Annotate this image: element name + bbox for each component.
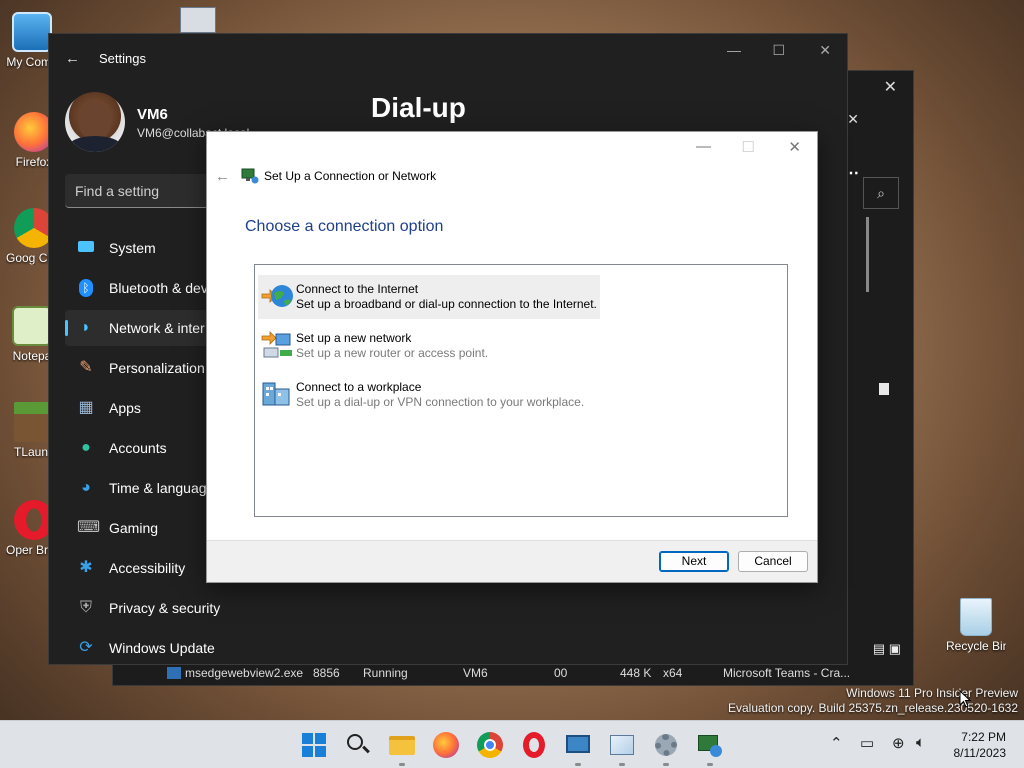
clock[interactable]: 7:22 PM 8/11/2023 <box>954 729 1007 761</box>
globe-connection-icon <box>261 285 293 307</box>
router-setup-icon <box>261 331 292 358</box>
minimize-icon[interactable]: — <box>696 138 711 155</box>
connection-wizard-dialog: — ☐ ✕ ← Set Up a Connection or Network C… <box>206 131 818 583</box>
computer-icon <box>12 12 52 52</box>
taskbar-chrome[interactable] <box>476 731 504 759</box>
scroll-thumb[interactable] <box>879 383 889 395</box>
gear-icon <box>655 734 677 756</box>
taskbar-connection-wizard[interactable] <box>696 731 724 766</box>
back-arrow-icon[interactable]: ← <box>65 50 80 67</box>
taskbar-settings[interactable] <box>652 731 680 766</box>
taskbar-firefox[interactable] <box>432 731 460 759</box>
watermark-build: Evaluation copy. Build 25375.zn_release.… <box>728 701 1018 715</box>
option-workplace[interactable]: Connect to a workplace Set up a dial-up … <box>258 373 600 417</box>
avatar-suit <box>69 136 121 152</box>
close-icon[interactable]: ✕ <box>847 111 859 128</box>
taskbar-search-button[interactable] <box>344 731 372 759</box>
sidebar-item-accessibility[interactable]: ✱ Accessibility <box>65 550 225 586</box>
globe-clock-icon: ◕ <box>81 479 91 496</box>
next-button[interactable]: Next <box>659 551 729 572</box>
back-arrow-icon[interactable]: ← <box>215 168 230 185</box>
chevron-up-icon[interactable]: ⌃ <box>830 734 843 752</box>
search-placeholder: Find a setting <box>75 183 160 199</box>
wifi-icon: ◗ <box>81 319 91 336</box>
sidebar-item-gaming[interactable]: ⌨ Gaming <box>65 510 225 546</box>
dialog-footer: Next Cancel <box>207 540 817 582</box>
dialog-title: Set Up a Connection or Network <box>264 169 437 183</box>
cancel-button[interactable]: Cancel <box>738 551 808 572</box>
close-icon[interactable]: ✕ <box>884 77 897 97</box>
search-icon[interactable]: ⌕ <box>863 177 899 209</box>
connection-option-list: Connect to the Internet Set up a broadba… <box>254 264 788 517</box>
chrome-center <box>484 739 496 751</box>
sidebar-item-network[interactable]: ◗ Network & inter <box>65 310 225 346</box>
mouse-cursor-icon <box>959 690 971 708</box>
sidebar-item-apps[interactable]: ▦ Apps <box>65 390 225 426</box>
title-bar: ← Settings — ☐ ✕ <box>49 34 847 82</box>
sidebar-item-time-language[interactable]: ◕ Time & languag <box>65 470 225 506</box>
network-app-icon <box>566 735 590 753</box>
maximize-icon[interactable]: ☐ <box>772 42 785 59</box>
scrollbar[interactable] <box>866 217 869 292</box>
sidebar-item-personalization[interactable]: ✎ Personalization <box>65 350 225 386</box>
brush-icon: ✎ <box>79 359 93 376</box>
process-icon <box>167 667 181 679</box>
sidebar-item-privacy[interactable]: ⛨ Privacy & security <box>65 590 225 626</box>
opera-icon <box>523 732 545 758</box>
clock-date: 8/11/2023 <box>953 746 1007 760</box>
close-icon[interactable]: ✕ <box>819 42 831 59</box>
avatar-face <box>79 102 111 140</box>
search-icon-handle <box>362 745 370 754</box>
user-name: VM6 <box>137 106 168 123</box>
firefox-icon <box>433 732 459 758</box>
watermark-edition: Windows 11 Pro Insider Preview <box>846 686 1018 700</box>
shield-icon: ⛨ <box>79 599 92 616</box>
sidebar-item-accounts[interactable]: ● Accounts <box>65 430 225 466</box>
volume-icon[interactable]: 🔈︎ <box>916 734 925 751</box>
globe-icon[interactable]: ⊕ <box>892 734 905 752</box>
taskbar-network-app[interactable] <box>564 731 592 766</box>
apps-icon: ▦ <box>78 399 94 416</box>
search-input[interactable]: Find a setting <box>65 174 225 208</box>
option-connect-internet[interactable]: Connect to the Internet Set up a broadba… <box>258 275 600 319</box>
task-manager-icon <box>610 735 634 755</box>
sidebar-item-windows-update[interactable]: ⟳ Windows Update <box>65 630 225 666</box>
close-icon[interactable]: ✕ <box>788 138 801 156</box>
update-icon: ⟳ <box>79 639 93 656</box>
network-setup-badge <box>710 745 722 757</box>
clock-time: 7:22 PM <box>961 730 1006 744</box>
view-toggle-icon[interactable]: ▤ ▣ <box>873 641 901 657</box>
taskbar: ⌃ ▭ ⊕ 🔈︎ 7:22 PM 8/11/2023 <box>0 720 1024 768</box>
page-title: Dial-up <box>371 92 466 123</box>
taskbar-task-manager[interactable] <box>608 731 636 766</box>
notepad-icon <box>12 306 52 346</box>
search-icon <box>347 734 363 750</box>
minimize-icon[interactable]: — <box>727 42 741 58</box>
accessibility-icon: ✱ <box>79 559 93 576</box>
maximize-icon[interactable]: ☐ <box>742 138 755 156</box>
network-setup-icon <box>241 168 259 184</box>
monitor-icon <box>77 239 95 257</box>
dialog-heading: Choose a connection option <box>245 218 444 235</box>
start-button[interactable] <box>300 731 328 759</box>
desktop-icon-recycle-bin[interactable]: Recycle Bin <box>946 598 1006 653</box>
option-new-network[interactable]: Set up a new network Set up a new router… <box>258 324 600 368</box>
windows-logo-icon <box>302 733 326 757</box>
avatar[interactable] <box>65 92 125 152</box>
taskbar-file-explorer[interactable] <box>388 731 416 766</box>
sidebar-item-bluetooth[interactable]: ᛒ Bluetooth & devi <box>65 270 225 306</box>
desktop-top-app-icon[interactable] <box>180 7 216 33</box>
bluetooth-icon: ᛒ <box>77 279 95 297</box>
recycle-bin-icon <box>960 598 992 636</box>
person-icon: ● <box>81 439 91 456</box>
gamepad-icon: ⌨ <box>77 519 101 536</box>
window-title: Settings <box>99 51 146 66</box>
taskbar-opera[interactable] <box>520 731 548 759</box>
workplace-building-icon <box>262 382 290 406</box>
sidebar-item-system[interactable]: System <box>65 230 225 266</box>
folder-icon <box>389 736 415 755</box>
network-status-icon[interactable]: ▭ <box>860 734 874 752</box>
